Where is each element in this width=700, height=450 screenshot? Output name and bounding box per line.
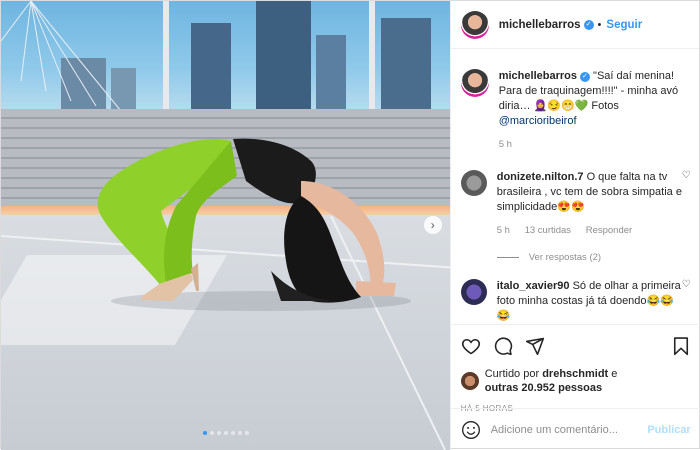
carousel-dot xyxy=(203,431,207,435)
carousel-dot xyxy=(231,431,235,435)
verified-icon: ✓ xyxy=(583,19,594,30)
carousel-dot xyxy=(224,431,228,435)
separator-dot: • xyxy=(597,18,602,31)
likes-summary: Curtido por drehschmidt e outras 20.952 … xyxy=(460,367,691,395)
comment: donizete.nilton.7 O que falta na tv bras… xyxy=(460,170,691,238)
post-header: michellebarros ✓ • Seguir xyxy=(450,1,699,49)
carousel-dot xyxy=(238,431,242,435)
liked-by-others[interactable]: outras 20.952 pessoas xyxy=(485,382,602,394)
avatar[interactable] xyxy=(460,69,489,97)
caption-mention[interactable]: @marcioribeirof xyxy=(499,115,577,127)
carousel-dot xyxy=(217,431,221,435)
reply-button[interactable]: Responder xyxy=(586,225,632,236)
username[interactable]: michellebarros xyxy=(499,19,581,31)
instagram-post-modal: › michellebarros ✓ • Seguir michellebarr… xyxy=(0,0,700,450)
publish-button[interactable]: Publicar xyxy=(647,424,690,436)
carousel-indicator xyxy=(1,426,450,438)
heart-icon[interactable]: ♡ xyxy=(682,279,691,290)
chevron-right-icon: › xyxy=(430,218,435,232)
liked-by-and: e xyxy=(611,368,618,380)
avatar[interactable] xyxy=(460,279,487,305)
liked-by-prefix: Curtido por xyxy=(484,368,540,380)
comment-likes[interactable]: 13 curtidas xyxy=(525,225,571,236)
avatar[interactable] xyxy=(460,170,487,196)
divider xyxy=(496,257,519,258)
view-replies-label: Ver respostas (2) xyxy=(528,252,602,263)
caption-time[interactable]: 5 h xyxy=(499,139,512,150)
comment-icon[interactable] xyxy=(493,336,513,356)
post-side-panel: michellebarros ✓ • Seguir michellebarros… xyxy=(449,1,700,450)
bookmark-icon[interactable] xyxy=(671,336,691,356)
comment-input[interactable] xyxy=(490,423,648,436)
avatar[interactable] xyxy=(460,372,479,390)
woman-backbend-figure xyxy=(97,138,411,311)
heart-icon[interactable]: ♡ xyxy=(682,170,691,181)
caption-username[interactable]: michellebarros xyxy=(499,70,577,82)
caption: michellebarros ✓ "Saí daí menina! Para de… xyxy=(460,69,691,152)
heart-icon[interactable] xyxy=(461,336,481,356)
view-replies[interactable]: Ver respostas (2) xyxy=(496,252,691,263)
follow-button[interactable]: Seguir xyxy=(606,19,642,31)
comments-list[interactable]: michellebarros ✓ "Saí daí menina! Para de… xyxy=(451,49,700,324)
emoji-icon[interactable] xyxy=(461,420,481,440)
comment-time[interactable]: 5 h xyxy=(497,225,510,236)
liked-by-user[interactable]: drehschmidt xyxy=(542,368,608,380)
post-actions: Curtido por drehschmidt e outras 20.952 … xyxy=(450,324,700,413)
post-photo[interactable]: › xyxy=(1,1,450,450)
comment-username[interactable]: donizete.nilton.7 xyxy=(497,171,584,183)
share-icon[interactable] xyxy=(525,336,545,356)
comment-username[interactable]: italo_xavier90 xyxy=(497,280,570,292)
avatar[interactable] xyxy=(460,10,489,39)
add-comment-bar: Publicar xyxy=(450,408,700,450)
carousel-dot xyxy=(210,431,214,435)
verified-icon: ✓ xyxy=(579,72,590,82)
carousel-next-button[interactable]: › xyxy=(423,216,442,234)
comment: italo_xavier90 Só de olhar a primeira fo… xyxy=(460,279,691,324)
carousel-dot xyxy=(245,431,249,435)
